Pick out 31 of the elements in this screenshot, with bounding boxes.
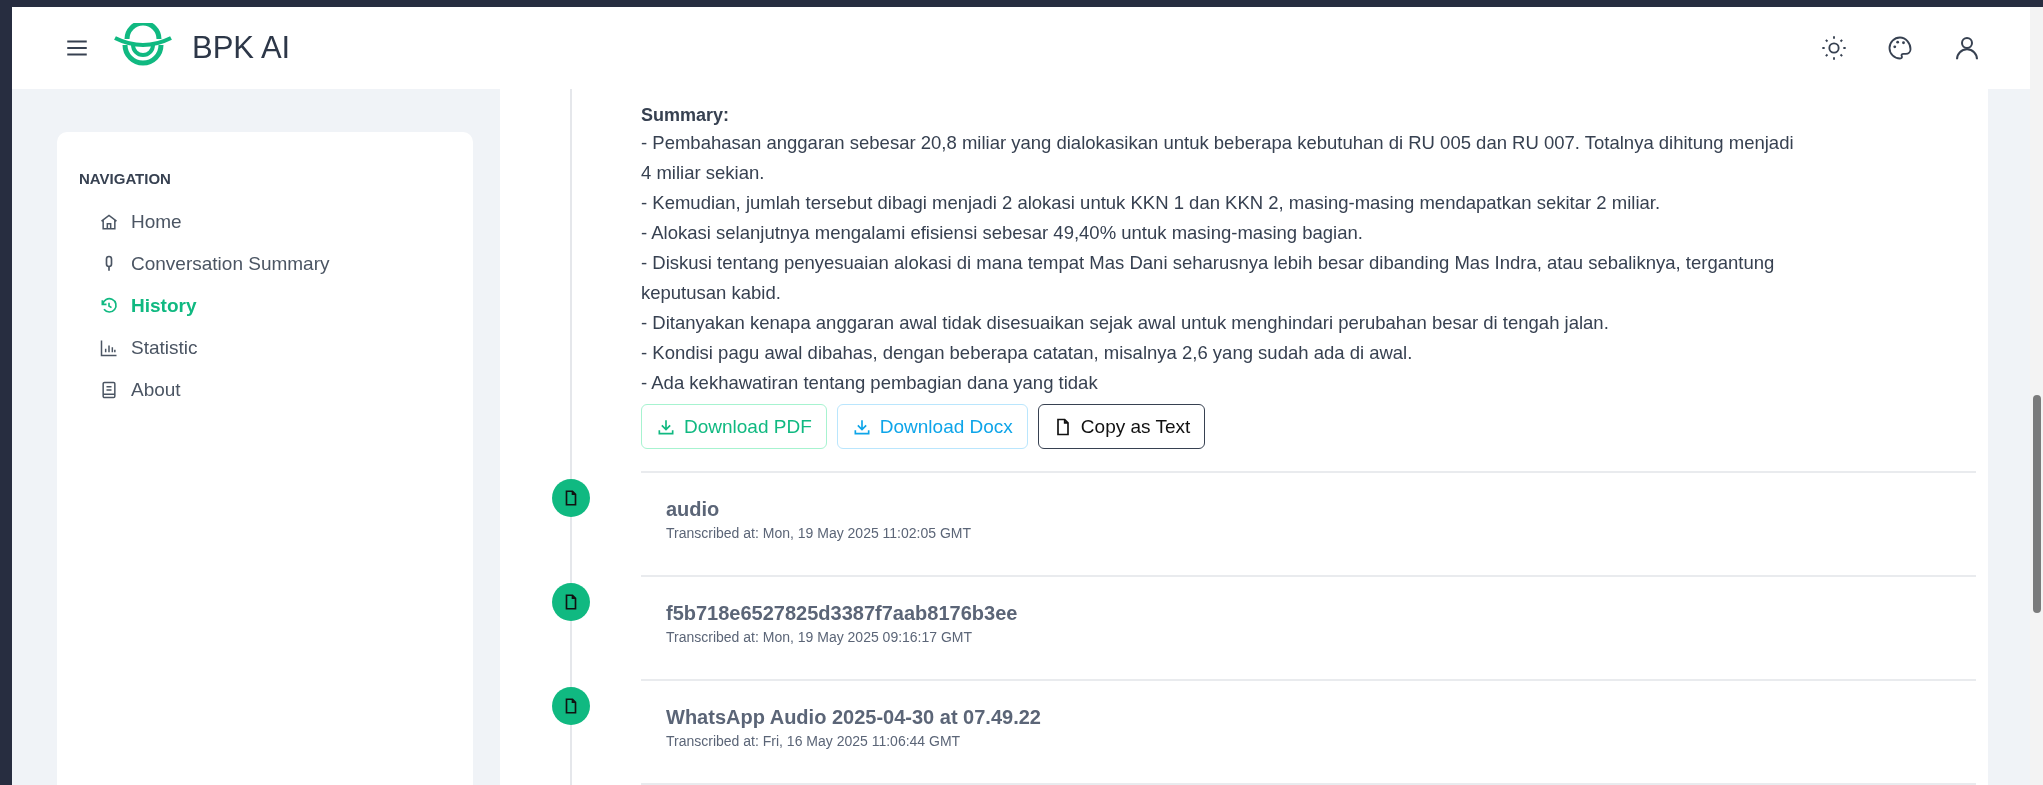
summary-line: - Kondisi pagu awal dibahas, dengan beberapa catatan, misalnya 2,6 yang sudah ada di awal. [641,341,1414,365]
home-icon [99,212,119,232]
app-title: BPK AI [192,30,291,66]
entry-timestamp: Transcribed at: Fri, 16 May 2025 11:06:44 GMT [666,733,962,749]
nav-heading: NAVIGATION [79,170,172,187]
history-icon [99,296,119,316]
nav-item[interactable]: About [99,377,181,403]
summary-line: - Ada kekhawatiran tentang pembagian dana yang tidak [641,371,1099,395]
entry-title[interactable]: f5b718e6527825d3387f7aab8176b3ee [666,602,1976,625]
nav-item[interactable]: Statistic [99,335,198,361]
summary-line: - Kemudian, jumlah tersebut dibagi menjadi 2 alokasi untuk KKN 1 dan KKN 2, masing-masing mendapatkan sekitar 2 miliar. [641,191,1662,215]
sun-icon[interactable] [1820,34,1848,62]
entry-title[interactable]: audio [666,498,1976,521]
file-marker-icon [552,479,590,517]
entry-timestamp: Transcribed at: Mon, 19 May 2025 09:16:17 GMT [666,629,974,645]
file-marker-icon [552,687,590,725]
nav-item[interactable]: Home [99,209,182,235]
palette-icon[interactable] [1886,34,1914,62]
file-marker-icon [552,583,590,621]
scrollbar-thumb[interactable] [2033,395,2041,613]
summary-title: Summary: [641,104,731,127]
summary-line: - Ditanyakan kenapa anggaran awal tidak disesuaikan sejak awal untuk menghindari perubahan besar di tengah jalan. [641,311,1610,335]
entry-title[interactable]: WhatsApp Audio 2025-04-30 at 07.49.22 [666,706,1976,729]
summary-line: - Diskusi tentang penyesuaian alokasi di mana tempat Mas Dani seharusnya lebih besar dibanding Mas Indra, atau sebaliknya, tergantung keputusan kabid. [641,251,1776,305]
action-button[interactable]: Copy as Text [1037,404,1206,449]
entry-timestamp: Transcribed at: Mon, 19 May 2025 11:02:05 GMT [666,525,973,541]
nav-item[interactable]: Conversation Summary [99,251,330,277]
book-icon [99,380,119,400]
bar-chart-icon [99,338,119,358]
summary-line: - Alokasi selanjutnya mengalami efisiensi sebesar 49,40% untuk masing-masing bagian. [641,221,1364,245]
summary-line: - Pembahasan anggaran sebesar 20,8 miliar yang dialokasikan untuk beberapa kebutuhan di RU 005 dan RU 007. Totalnya dihitung menjadi 4 miliar sekian. [641,131,1795,185]
